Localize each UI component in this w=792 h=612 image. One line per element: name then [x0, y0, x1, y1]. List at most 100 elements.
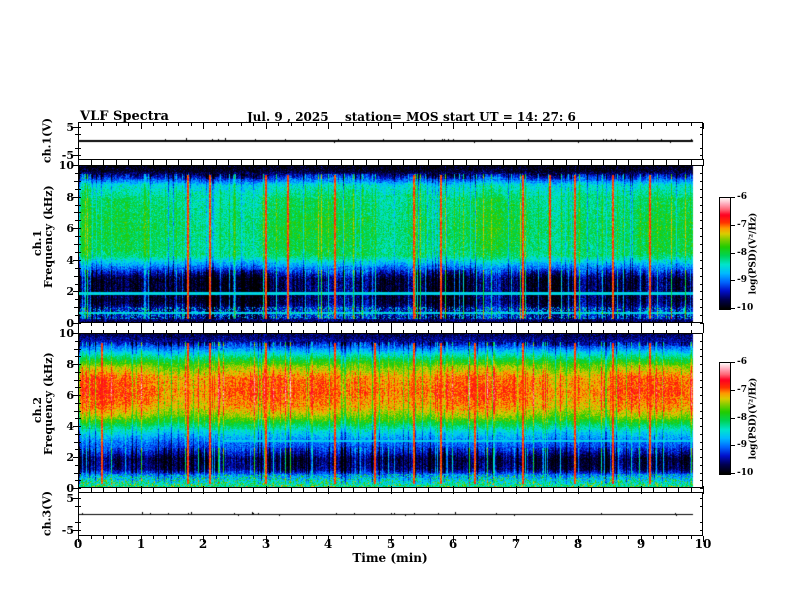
tick-mark — [700, 155, 703, 156]
tick-mark — [103, 323, 104, 326]
tick-mark — [591, 162, 592, 165]
tick-mark — [241, 536, 242, 539]
tick-mark — [75, 173, 81, 174]
tick-mark — [628, 162, 629, 165]
tick-mark — [391, 123, 392, 129]
tick-mark — [75, 372, 81, 373]
tick-mark — [241, 123, 242, 126]
tick-mark — [178, 330, 179, 333]
tick-mark — [116, 162, 117, 165]
tick-mark — [73, 364, 81, 365]
x-tick-label: 6 — [448, 537, 458, 551]
ch1-spectrogram-panel — [78, 165, 703, 323]
tick-mark — [228, 162, 229, 165]
colorbar-ch1-tick-label: -8 — [737, 248, 747, 258]
tick-mark — [528, 162, 529, 165]
tick-mark — [153, 162, 154, 165]
ch3-wave-ylabel: ch.3(V) — [40, 490, 54, 537]
tick-mark — [74, 473, 81, 474]
tick-mark — [466, 162, 467, 165]
tick-mark — [578, 159, 579, 165]
tick-mark — [528, 323, 529, 326]
ch3-waveform-panel — [78, 492, 703, 536]
tick-mark — [303, 536, 304, 539]
tick-mark — [73, 197, 81, 198]
tick-mark — [541, 489, 542, 492]
tick-mark — [128, 323, 129, 326]
tick-mark — [378, 123, 379, 126]
ch1-wave-ylabel: ch.1(V) — [40, 117, 54, 164]
tick-mark — [253, 162, 254, 165]
tick-mark — [641, 123, 642, 129]
tick-mark — [666, 536, 667, 539]
tick-mark — [666, 330, 667, 333]
tick-mark — [228, 323, 229, 326]
ch1-spec-ylabel-line2: Frequency (kHz) — [42, 185, 55, 288]
tick-mark — [700, 252, 703, 253]
colorbar-ch1-tick-label: -10 — [737, 303, 754, 313]
tick-mark — [266, 123, 267, 129]
tick-mark — [416, 489, 417, 492]
ch2-spectrogram-canvas — [79, 334, 702, 487]
colorbar-ch1-tick-label: -7 — [737, 220, 747, 230]
tick-mark — [691, 162, 692, 165]
tick-mark — [441, 123, 442, 126]
tick-mark — [553, 323, 554, 326]
tick-mark — [328, 486, 329, 492]
tick-mark — [191, 489, 192, 492]
tick-mark — [616, 162, 617, 165]
tick-mark — [241, 330, 242, 333]
tick-mark — [700, 299, 703, 300]
tick-mark — [74, 442, 81, 443]
tick-mark — [191, 323, 192, 326]
tick-mark — [278, 123, 279, 126]
tick-mark — [103, 489, 104, 492]
tick-mark — [366, 162, 367, 165]
tick-mark — [291, 489, 292, 492]
y-tick-label: 10 — [58, 159, 74, 172]
tick-mark — [700, 530, 703, 531]
tick-mark — [678, 489, 679, 492]
tick-mark — [416, 323, 417, 326]
tick-mark — [416, 162, 417, 165]
tick-mark — [700, 127, 703, 128]
tick-mark — [703, 159, 704, 165]
tick-mark — [641, 159, 642, 165]
tick-mark — [91, 162, 92, 165]
tick-mark — [553, 536, 554, 539]
tick-mark — [616, 536, 617, 539]
tick-mark — [700, 442, 703, 443]
tick-mark — [203, 159, 204, 165]
tick-mark — [703, 486, 704, 492]
tick-mark — [316, 162, 317, 165]
tick-mark — [366, 536, 367, 539]
tick-mark — [566, 323, 567, 326]
tick-mark — [428, 489, 429, 492]
tick-mark — [353, 489, 354, 492]
tick-mark — [678, 123, 679, 126]
tick-mark — [441, 162, 442, 165]
tick-mark — [166, 323, 167, 326]
tick-mark — [700, 228, 703, 229]
x-tick-label: 10 — [694, 537, 712, 551]
tick-mark — [541, 323, 542, 326]
x-tick-label: 5 — [386, 537, 396, 551]
tick-mark — [141, 159, 142, 165]
tick-mark — [73, 127, 81, 128]
tick-mark — [666, 162, 667, 165]
tick-mark — [166, 536, 167, 539]
tick-mark — [303, 162, 304, 165]
tick-mark — [528, 330, 529, 333]
tick-mark — [678, 323, 679, 326]
colorbar-ch2-tick-label: -10 — [737, 468, 754, 478]
tick-mark — [291, 536, 292, 539]
tick-mark — [291, 123, 292, 126]
tick-mark — [216, 330, 217, 333]
tick-mark — [353, 330, 354, 333]
tick-mark — [416, 330, 417, 333]
tick-mark — [603, 123, 604, 126]
tick-mark — [503, 323, 504, 326]
tick-mark — [128, 123, 129, 126]
tick-mark — [74, 380, 81, 381]
tick-mark — [528, 123, 529, 126]
